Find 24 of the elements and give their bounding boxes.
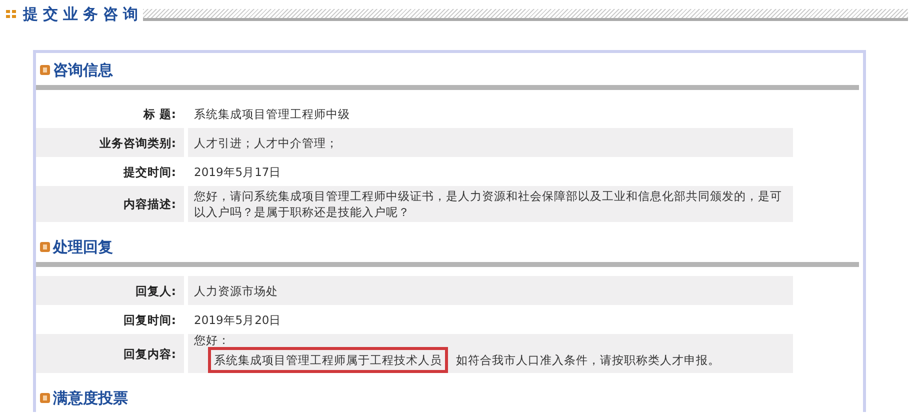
field-label: 标 题: bbox=[142, 106, 177, 122]
field-label: 回复时间: bbox=[122, 312, 177, 328]
bullet-icon bbox=[40, 65, 50, 75]
dots-icon bbox=[6, 10, 17, 18]
section-title: 咨询信息 bbox=[53, 60, 113, 80]
section-title: 满意度投票 bbox=[53, 388, 128, 408]
highlighted-text: 系统集成项目管理工程师属于工程技术人员 bbox=[211, 350, 445, 370]
field-value: 2019年5月20日 bbox=[193, 312, 282, 328]
field-label: 提交时间: bbox=[122, 164, 177, 180]
bullet-icon bbox=[40, 242, 50, 252]
field-label: 回复内容: bbox=[36, 334, 184, 373]
field-label: 业务咨询类别: bbox=[36, 128, 184, 157]
field-value: 人才引进；人才中介管理； bbox=[188, 128, 793, 157]
reply-text: 如符合我市人口准入条件，请按职称类人才申报。 bbox=[455, 352, 721, 369]
section-title: 处理回复 bbox=[53, 238, 113, 256]
greeting-text: 您好： bbox=[194, 334, 230, 347]
field-label: 回复人: bbox=[36, 276, 184, 305]
bullet-icon bbox=[40, 393, 50, 403]
field-value: 2019年5月17日 bbox=[193, 164, 282, 180]
field-label: 内容描述: bbox=[36, 186, 184, 222]
field-value: 您好，请问系统集成项目管理工程师中级证书，是人力资源和社会保障部以及工业和信息化部共同颁发的，是可以入户吗？是属于职称还是技能入户呢？ bbox=[188, 186, 793, 222]
page-title: 提交业务咨询 bbox=[23, 4, 143, 24]
field-value: 人力资源市场处 bbox=[188, 276, 793, 305]
field-value: 系统集成项目管理工程师中级 bbox=[193, 106, 351, 122]
